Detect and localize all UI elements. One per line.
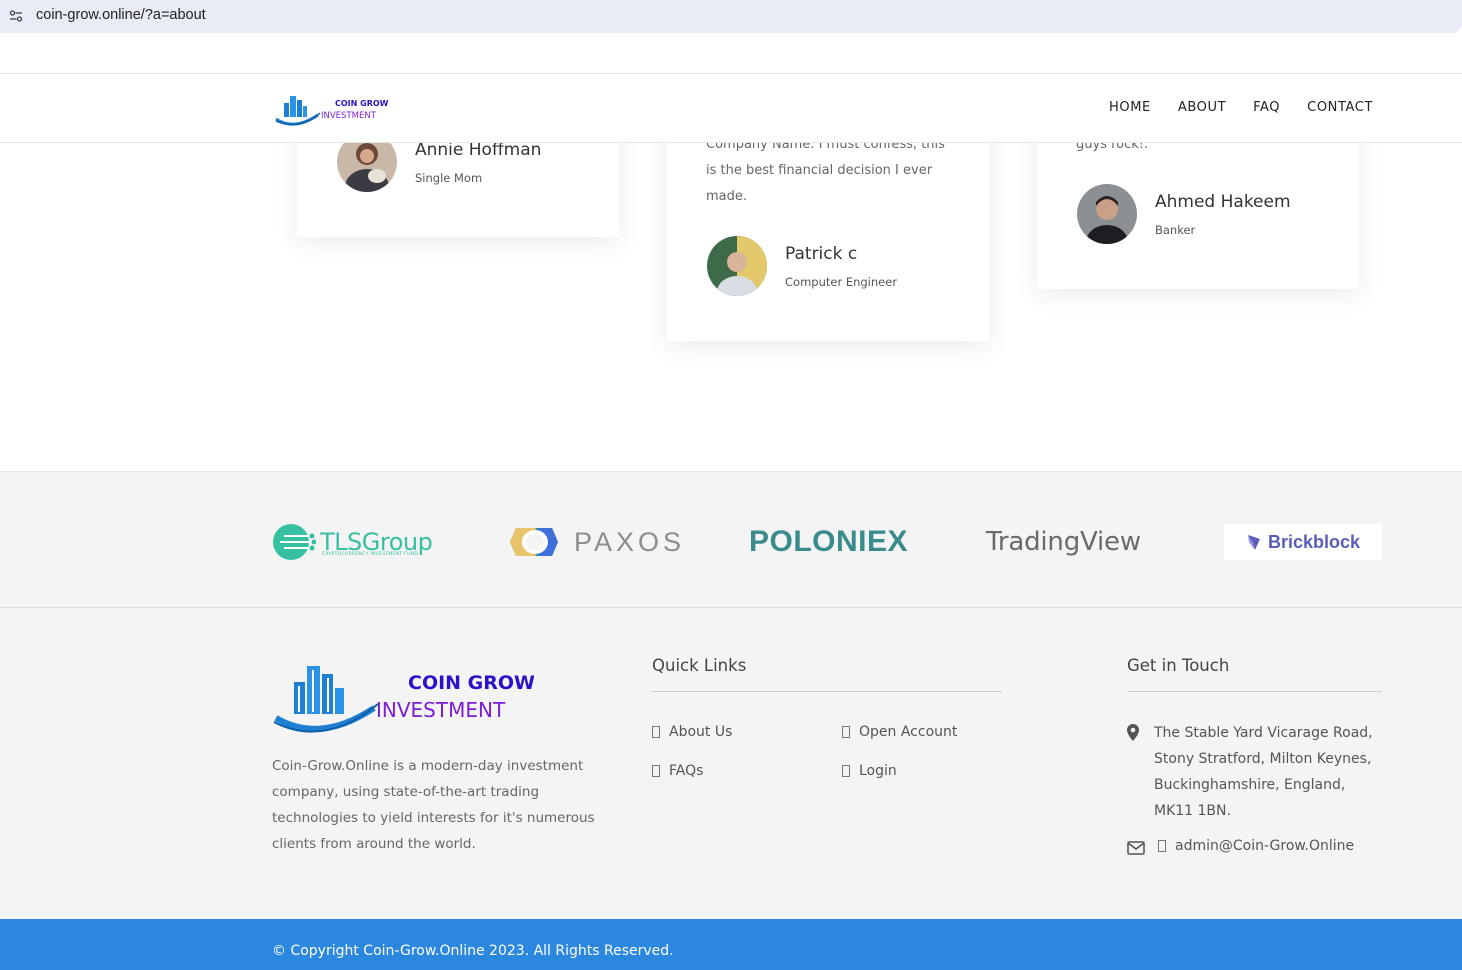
partner-tradingview: TradingView bbox=[986, 522, 1141, 562]
nav-contact[interactable]: CONTACT bbox=[1307, 100, 1373, 115]
avatar bbox=[1077, 184, 1137, 244]
footer-link-faqs[interactable]: FAQs bbox=[652, 763, 703, 779]
site-footer: COIN GROW INVESTMENT Coin-Grow.Online is… bbox=[0, 608, 1462, 919]
quick-links-divider bbox=[652, 691, 1002, 692]
email-bullet-icon bbox=[1158, 840, 1166, 852]
site-info-icon[interactable] bbox=[9, 9, 23, 23]
contact-divider bbox=[1127, 691, 1382, 692]
quick-links-title: Quick Links bbox=[652, 656, 747, 675]
testimonial-name: Ahmed Hakeem bbox=[1155, 192, 1291, 212]
paxos-name: PAXOS bbox=[574, 526, 686, 557]
svg-text:INVESTMENT: INVESTMENT bbox=[321, 111, 377, 121]
brickblock-logo-icon bbox=[1247, 535, 1260, 550]
browser-address-bar[interactable]: coin-grow.online/?a=about bbox=[0, 0, 1462, 33]
tradingview-name: TradingView bbox=[986, 527, 1141, 557]
tlsgroup-logo-icon bbox=[273, 524, 316, 560]
footer-logo[interactable]: COIN GROW INVESTMENT bbox=[272, 656, 534, 734]
nav-faq[interactable]: FAQ bbox=[1253, 100, 1280, 115]
site-header: COIN GROW INVESTMENT HOME ABOUT FAQ CONT… bbox=[0, 73, 1462, 143]
link-bullet-icon bbox=[842, 726, 850, 738]
partner-poloniex: POLONIEX bbox=[749, 522, 908, 562]
svg-text:COIN GROW: COIN GROW bbox=[335, 99, 389, 108]
main-nav: HOME ABOUT FAQ CONTACT bbox=[1109, 100, 1373, 115]
partner-brickblock: Brickblock bbox=[1224, 522, 1382, 562]
partner-paxos: PAXOS bbox=[510, 522, 685, 562]
tlsgroup-tagline: CRYPTOCURRENCY INVESTMENT FUND bbox=[322, 552, 419, 557]
brickblock-name: Brickblock bbox=[1267, 531, 1361, 552]
footer-link-login[interactable]: Login bbox=[842, 763, 897, 779]
paxos-logo-icon bbox=[510, 528, 558, 556]
contact-email[interactable]: admin@Coin-Grow.Online bbox=[1158, 838, 1354, 854]
link-bullet-icon bbox=[652, 765, 660, 777]
copyright-text: © Copyright Coin-Grow.Online 2023. All R… bbox=[272, 943, 674, 959]
location-pin-icon bbox=[1127, 724, 1139, 741]
footer-link-open-account[interactable]: Open Account bbox=[842, 724, 957, 740]
contact-title: Get in Touch bbox=[1127, 656, 1230, 675]
testimonial-role: Banker bbox=[1155, 223, 1196, 237]
site-logo[interactable]: COIN GROW INVESTMENT bbox=[274, 91, 394, 127]
url-text[interactable]: coin-grow.online/?a=about bbox=[36, 7, 206, 23]
nav-home[interactable]: HOME bbox=[1109, 100, 1151, 115]
link-bullet-icon bbox=[842, 765, 850, 777]
poloniex-name: POLONIEX bbox=[749, 525, 909, 558]
testimonial-role: Single Mom bbox=[415, 171, 483, 185]
envelope-icon bbox=[1127, 841, 1145, 855]
partners-strip: TLSGroup CRYPTOCURRENCY INVESTMENT FUND … bbox=[0, 471, 1462, 608]
footer-link-about[interactable]: About Us bbox=[652, 724, 732, 740]
svg-text:INVESTMENT: INVESTMENT bbox=[376, 698, 506, 722]
testimonial-name: Annie Hoffman bbox=[415, 140, 542, 160]
link-bullet-icon bbox=[652, 726, 660, 738]
contact-address: The Stable Yard Vicarage Road, Stony Str… bbox=[1154, 725, 1373, 819]
avatar bbox=[707, 236, 767, 296]
svg-text:COIN GROW: COIN GROW bbox=[408, 672, 534, 694]
testimonial-quote: Company Name. I must confess, this is th… bbox=[706, 137, 945, 204]
testimonial-role: Computer Engineer bbox=[785, 275, 898, 289]
copyright-bar: © Copyright Coin-Grow.Online 2023. All R… bbox=[0, 919, 1462, 970]
footer-about-text: Coin-Grow.Online is a modern-day investm… bbox=[272, 758, 595, 852]
testimonial-name: Patrick c bbox=[785, 244, 858, 264]
nav-about[interactable]: ABOUT bbox=[1178, 100, 1226, 115]
partner-tlsgroup: TLSGroup CRYPTOCURRENCY INVESTMENT FUND bbox=[272, 522, 433, 562]
